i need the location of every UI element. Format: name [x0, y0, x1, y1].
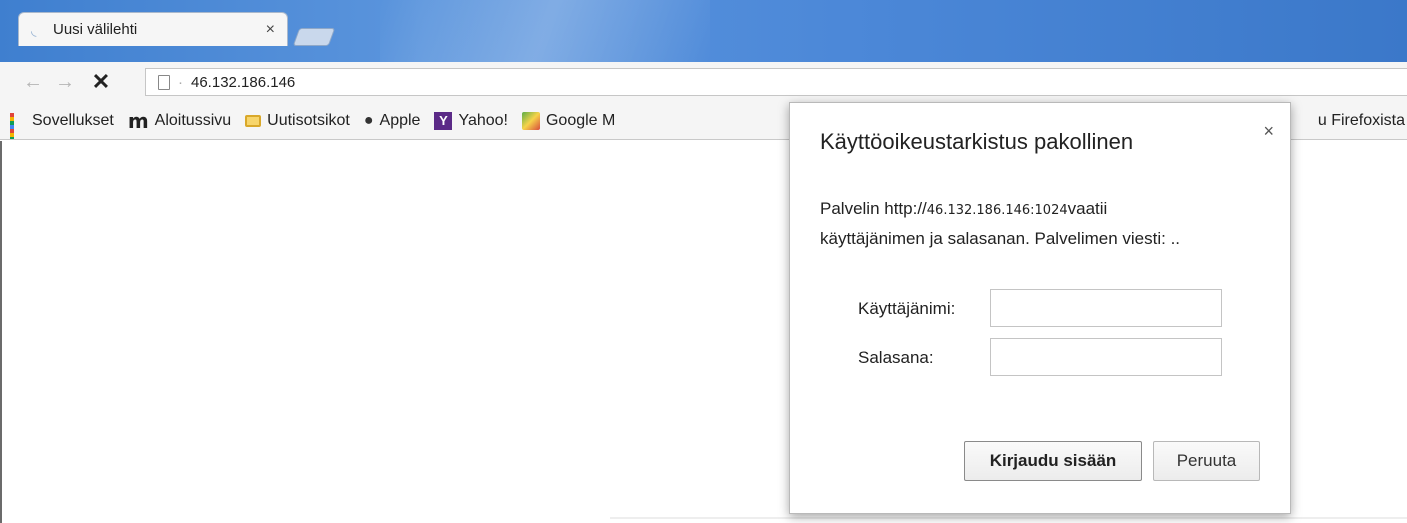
content-left-edge [0, 141, 2, 523]
bookmark-label: Uutisotsikot [267, 111, 350, 129]
bookmark-label: Apple [379, 111, 421, 129]
dialog-message: Palvelin http://46.132.186.146:1024vaati… [820, 195, 1270, 253]
m-logo-icon: m [127, 108, 149, 133]
bookmark-label: Google M [545, 111, 616, 129]
tab-strip: ◟ Uusi välilehti × [0, 0, 1407, 62]
tab-strip-gloss [380, 0, 710, 62]
folder-icon [245, 114, 262, 127]
login-button[interactable]: Kirjaudu sisään [964, 441, 1142, 481]
message-prefix: Palvelin http:// [820, 199, 927, 218]
dialog-close-icon[interactable]: × [1263, 121, 1274, 142]
new-tab-button[interactable] [292, 28, 336, 46]
bookmark-sovellukset[interactable]: Sovellukset [10, 111, 114, 139]
bookmark-label: Sovellukset [32, 111, 114, 129]
username-input[interactable] [990, 289, 1222, 327]
address-bar[interactable]: · 46.132.186.146 [145, 68, 1407, 96]
address-text[interactable]: 46.132.186.146 [191, 74, 295, 91]
message-suffix: vaatii [1067, 199, 1108, 218]
address-separator: · [178, 73, 183, 91]
bookmark-firefox-import[interactable]: u Firefoxista [1317, 102, 1407, 139]
bookmark-label: u Firefoxista [1317, 112, 1405, 129]
tab-title: Uusi välilehti [53, 21, 138, 38]
bookmark-label: Yahoo! [458, 111, 508, 129]
page-icon [158, 74, 170, 90]
bookmark-yahoo[interactable]: Y Yahoo! [434, 111, 508, 130]
bookmark-google-maps[interactable]: Google M [521, 111, 616, 130]
password-label: Salasana: [858, 348, 934, 367]
bookmark-apple[interactable]: ● Apple [364, 112, 421, 130]
cancel-button[interactable]: Peruuta [1153, 441, 1260, 481]
stop-loading-icon[interactable]: ✕ [88, 69, 114, 95]
yahoo-icon: Y [434, 111, 453, 130]
message-host: 46.132.186.146:1024 [926, 203, 1068, 218]
tab-close-icon[interactable]: × [266, 21, 275, 39]
bookmark-label: Aloitussivu [154, 111, 232, 129]
message-line2: käyttäjänimen ja salasanan. Palvelimen v… [820, 229, 1181, 248]
apple-icon: ● [363, 111, 374, 129]
forward-arrow-icon[interactable]: → [52, 71, 78, 94]
loading-spinner-icon: ◟ [31, 21, 37, 38]
password-input[interactable] [990, 338, 1222, 376]
google-maps-icon [521, 111, 540, 130]
auth-dialog: × Käyttöoikeustarkistus pakollinen Palve… [789, 102, 1291, 514]
bookmark-aloitussivu[interactable]: m Aloitussivu [127, 108, 232, 133]
dialog-title: Käyttöoikeustarkistus pakollinen [820, 129, 1134, 154]
apps-icon [10, 112, 26, 139]
back-arrow-icon[interactable]: ← [20, 71, 46, 94]
content-divider [610, 517, 1407, 519]
tab-new-tab[interactable]: ◟ Uusi välilehti × [18, 12, 288, 46]
bookmark-uutisotsikot[interactable]: Uutisotsikot [245, 112, 350, 130]
username-label: Käyttäjänimi: [858, 299, 956, 318]
navigation-toolbar: ← → ✕ · 46.132.186.146 [0, 62, 1407, 102]
